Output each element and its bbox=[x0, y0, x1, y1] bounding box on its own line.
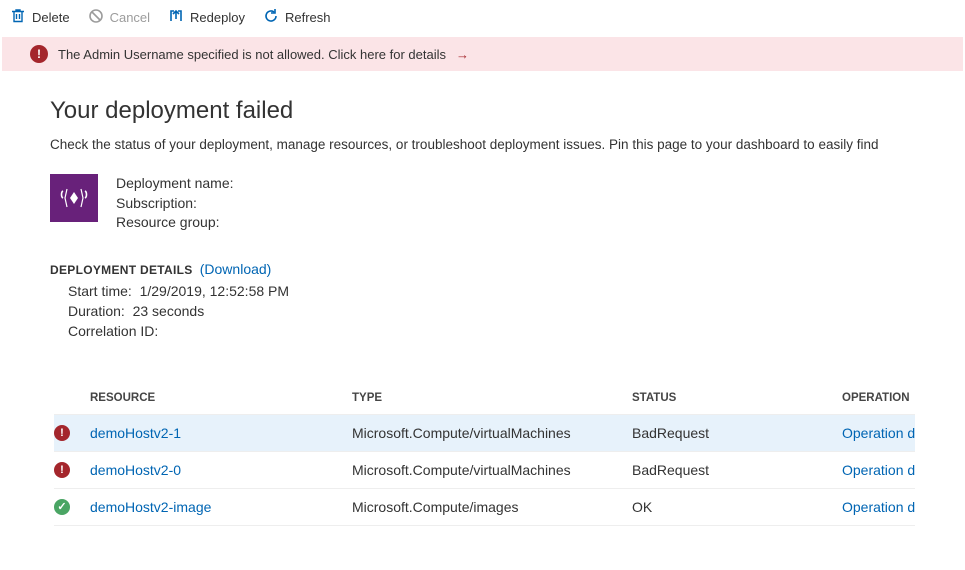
details-header: DEPLOYMENT DETAILS bbox=[50, 263, 193, 277]
refresh-icon bbox=[263, 8, 279, 27]
table-row[interactable]: ! demoHostv2-0 Microsoft.Compute/virtual… bbox=[54, 452, 915, 489]
resource-link[interactable]: demoHostv2-0 bbox=[90, 462, 352, 478]
error-icon: ! bbox=[30, 45, 48, 63]
table-header: Resource Type Status Operation bbox=[54, 382, 915, 415]
resource-type: Microsoft.Compute/images bbox=[352, 499, 632, 515]
resource-status: OK bbox=[632, 499, 842, 515]
resource-status: BadRequest bbox=[632, 425, 842, 441]
command-bar: Delete Cancel Redeploy Refresh bbox=[0, 0, 965, 35]
upload-icon bbox=[168, 8, 184, 27]
duration-label: Duration: bbox=[68, 303, 125, 319]
resource-group-label: Resource group: bbox=[116, 213, 234, 233]
resource-type: Microsoft.Compute/virtualMachines bbox=[352, 425, 632, 441]
refresh-button[interactable]: Refresh bbox=[263, 8, 331, 27]
cancel-button: Cancel bbox=[88, 8, 150, 27]
col-type: Type bbox=[352, 392, 632, 404]
redeploy-label: Redeploy bbox=[190, 10, 245, 25]
cancel-label: Cancel bbox=[110, 10, 150, 25]
col-operation: Operation bbox=[842, 392, 915, 404]
status-error-icon: ! bbox=[54, 425, 70, 441]
arm-template-icon bbox=[50, 174, 98, 222]
operation-details-link[interactable]: Operation d bbox=[842, 499, 915, 515]
deployment-details-section: DEPLOYMENT DETAILS (Download) Start time… bbox=[50, 261, 915, 342]
trash-icon bbox=[10, 8, 26, 27]
start-time-row: Start time: 1/29/2019, 12:52:58 PM bbox=[68, 281, 915, 301]
error-banner[interactable]: ! The Admin Username specified is not al… bbox=[2, 37, 963, 71]
start-time-value: 1/29/2019, 12:52:58 PM bbox=[140, 283, 289, 299]
resource-link[interactable]: demoHostv2-image bbox=[90, 499, 352, 515]
table-row[interactable]: ✓ demoHostv2-image Microsoft.Compute/ima… bbox=[54, 489, 915, 526]
cancel-icon bbox=[88, 8, 104, 27]
correlation-label: Correlation ID: bbox=[68, 323, 158, 339]
arrow-right-icon: → bbox=[456, 47, 469, 62]
status-error-icon: ! bbox=[54, 462, 70, 478]
refresh-label: Refresh bbox=[285, 10, 331, 25]
start-time-label: Start time: bbox=[68, 283, 132, 299]
resource-type: Microsoft.Compute/virtualMachines bbox=[352, 462, 632, 478]
download-link[interactable]: (Download) bbox=[200, 261, 272, 277]
delete-button[interactable]: Delete bbox=[10, 8, 70, 27]
page-title: Your deployment failed bbox=[50, 97, 915, 125]
page-subtitle: Check the status of your deployment, man… bbox=[50, 137, 915, 152]
col-status: Status bbox=[632, 392, 842, 404]
resource-status: BadRequest bbox=[632, 462, 842, 478]
operation-details-link[interactable]: Operation d bbox=[842, 462, 915, 478]
content-area: Your deployment failed Check the status … bbox=[0, 73, 965, 526]
details-body: Start time: 1/29/2019, 12:52:58 PM Durat… bbox=[68, 281, 915, 342]
resources-table: Resource Type Status Operation ! demoHos… bbox=[54, 382, 915, 526]
resource-link[interactable]: demoHostv2-1 bbox=[90, 425, 352, 441]
delete-label: Delete bbox=[32, 10, 70, 25]
error-banner-text: The Admin Username specified is not allo… bbox=[58, 47, 446, 62]
table-row[interactable]: ! demoHostv2-1 Microsoft.Compute/virtual… bbox=[54, 415, 915, 452]
col-resource: Resource bbox=[90, 392, 352, 404]
deployment-name-label: Deployment name: bbox=[116, 174, 234, 194]
redeploy-button[interactable]: Redeploy bbox=[168, 8, 245, 27]
operation-details-link[interactable]: Operation d bbox=[842, 425, 915, 441]
duration-row: Duration: 23 seconds bbox=[68, 301, 915, 321]
deployment-summary: Deployment name: Subscription: Resource … bbox=[50, 174, 915, 233]
duration-value: 23 seconds bbox=[133, 303, 205, 319]
deployment-meta: Deployment name: Subscription: Resource … bbox=[116, 174, 234, 233]
correlation-row: Correlation ID: bbox=[68, 321, 915, 341]
status-ok-icon: ✓ bbox=[54, 499, 70, 515]
subscription-label: Subscription: bbox=[116, 194, 234, 214]
